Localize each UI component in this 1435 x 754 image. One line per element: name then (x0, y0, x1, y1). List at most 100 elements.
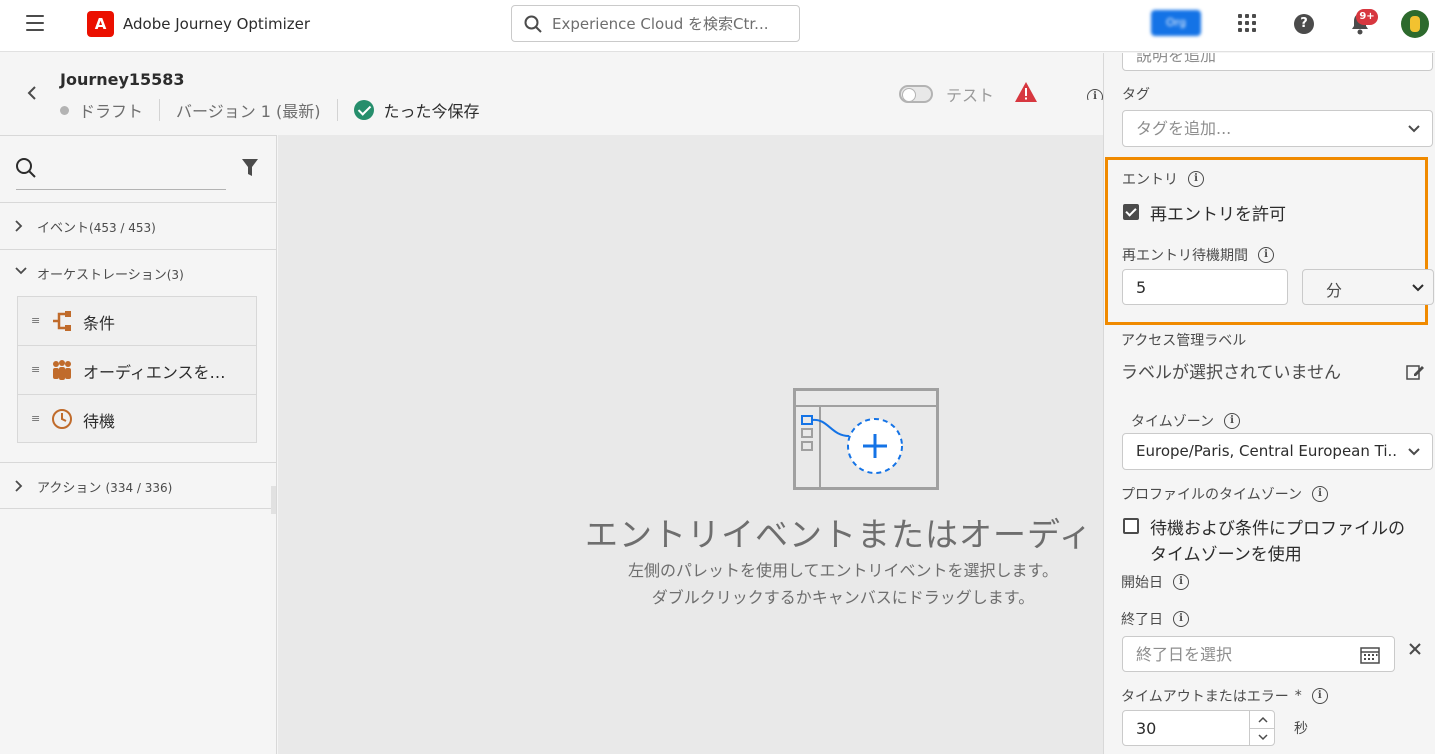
journey-name: Journey15583 (60, 70, 185, 89)
allow-reentry-checkbox[interactable] (1123, 204, 1139, 220)
drag-handle-icon[interactable]: ≡ (31, 314, 40, 327)
section-count: (334 / 336) (105, 481, 173, 495)
app-title: Adobe Journey Optimizer (123, 15, 311, 33)
timeout-stepper[interactable] (1249, 710, 1275, 746)
filter-icon[interactable] (241, 158, 259, 178)
info-icon[interactable]: i (1224, 413, 1241, 429)
activity-label: オーディエンスを… (83, 363, 226, 382)
org-switcher[interactable]: Org (1151, 10, 1201, 36)
required-asterisk: * (1294, 688, 1302, 704)
palette-section-actions[interactable]: アクション (334 / 336) (0, 462, 277, 509)
warning-icon[interactable] (1014, 81, 1038, 103)
reentry-wait-label: 再エントリ待機期間 i (1122, 245, 1274, 265)
journey-canvas[interactable]: エントリイベントまたはオーディ 左側のパレットを使用してエントリイベントを選択し… (278, 135, 1103, 754)
journey-status: ドラフト (79, 102, 144, 121)
activity-item-condition[interactable]: ≡ 条件 (18, 297, 256, 346)
save-status: たった今保存 (383, 102, 480, 121)
clock-icon (52, 409, 72, 429)
chevron-right-icon (15, 480, 23, 492)
global-search-box[interactable] (511, 5, 800, 42)
access-label-heading: アクセス管理ラベル (1121, 333, 1247, 349)
section-label: アクション (37, 481, 102, 496)
palette-search-icon[interactable] (15, 157, 37, 179)
canvas-empty-instruction-2: ダブルクリックするかキャンバスにドラッグします。 (651, 588, 1035, 607)
condition-icon (53, 311, 71, 331)
allow-reentry-label: 再エントリを許可 (1150, 205, 1286, 225)
chevron-right-icon (15, 220, 23, 232)
clear-end-date-icon[interactable] (1409, 643, 1421, 655)
section-count: (453 / 453) (89, 221, 156, 235)
calendar-button[interactable] (1346, 636, 1395, 672)
journey-info-icon[interactable]: i (1087, 84, 1103, 100)
adobe-logo-icon: A (87, 11, 114, 37)
palette-resize-handle[interactable] (271, 486, 276, 514)
app-switcher-icon[interactable] (1238, 14, 1256, 32)
activity-item-wait[interactable]: ≡ 待機 (18, 395, 256, 444)
profile-timezone-label: プロファイルのタイムゾーン i (1121, 484, 1329, 504)
draft-status-dot (60, 105, 69, 115)
journey-status-row: ドラフト バージョン 1 (最新) たった今保存 (60, 98, 480, 122)
palette-section-events[interactable]: イベント(453 / 453) (0, 202, 277, 249)
drag-handle-icon[interactable]: ≡ (31, 412, 40, 425)
use-profile-timezone-label-2: タイムゾーンを使用 (1150, 545, 1302, 565)
back-chevron-icon[interactable] (26, 85, 38, 101)
section-count: (3) (166, 268, 184, 282)
palette-section-orchestration[interactable]: オーケストレーション(3) (0, 249, 277, 296)
audience-icon (53, 360, 71, 380)
orchestration-activity-list: ≡ 条件 ≡ オーディエンスを… ≡ 待機 (17, 296, 257, 443)
journey-header: Journey15583 ドラフト バージョン 1 (最新) たった今保存 テス… (0, 53, 1103, 135)
stepper-up-icon[interactable] (1257, 716, 1269, 724)
empty-canvas-illustration (793, 388, 939, 490)
unit-value: 分 (1326, 281, 1343, 300)
chevron-down-icon (1408, 125, 1420, 133)
section-label: オーケストレーション (37, 268, 167, 283)
stepper-down-icon[interactable] (1257, 733, 1269, 741)
hamburger-menu-icon[interactable] (26, 15, 44, 31)
tags-input[interactable] (1122, 110, 1398, 147)
notification-count-badge: 9+ (1356, 9, 1378, 25)
chevron-down-icon (1408, 448, 1420, 456)
access-label-value: ラベルが選択されていません (1121, 363, 1341, 383)
palette-search-input[interactable] (16, 189, 226, 190)
reentry-wait-unit-select[interactable]: 分 (1302, 269, 1434, 305)
tags-label: タグ (1122, 87, 1150, 103)
reentry-wait-input[interactable] (1122, 269, 1288, 305)
activity-label: 待機 (83, 412, 116, 431)
timezone-dropdown-button[interactable] (1397, 433, 1433, 470)
info-icon[interactable]: i (1311, 688, 1328, 704)
canvas-empty-heading: エントリイベントまたはオーディ (585, 515, 1093, 554)
search-icon (524, 15, 542, 33)
top-navigation-bar: A Adobe Journey Optimizer Org ? 9+ (0, 0, 1435, 52)
tags-dropdown-button[interactable] (1397, 110, 1433, 147)
use-profile-timezone-checkbox[interactable] (1123, 518, 1139, 534)
divider (159, 99, 161, 121)
chevron-down-icon (1412, 284, 1424, 292)
activity-item-audience[interactable]: ≡ オーディエンスを… (18, 346, 256, 395)
section-label: イベント (37, 221, 90, 236)
info-icon[interactable]: i (1258, 247, 1274, 263)
global-search-input[interactable] (552, 13, 792, 35)
timeout-input[interactable] (1122, 710, 1250, 746)
help-icon[interactable]: ? (1294, 14, 1314, 34)
test-mode-toggle[interactable] (899, 85, 933, 103)
use-profile-timezone-label-1: 待機および条件にプロファイルの (1150, 519, 1405, 539)
end-date-label: 終了日 i (1121, 609, 1189, 629)
end-date-input[interactable] (1122, 636, 1347, 672)
edit-icon[interactable] (1406, 363, 1424, 381)
activity-label: 条件 (83, 314, 116, 333)
drag-handle-icon[interactable]: ≡ (31, 363, 40, 376)
timezone-select[interactable]: Europe/Paris, Central European Ti... (1122, 433, 1398, 470)
entry-label: エントリ i (1122, 169, 1204, 189)
journey-properties-panel: タグ エントリi 再エントリを許可 再エントリ待機期間i 分 アクセス管理ラベル… (1103, 53, 1435, 754)
chevron-down-icon (15, 267, 27, 275)
divider (336, 99, 338, 121)
user-avatar[interactable] (1401, 10, 1429, 38)
info-icon[interactable]: i (1312, 486, 1329, 502)
timeout-label: タイムアウトまたはエラー * i (1121, 686, 1328, 706)
info-icon[interactable]: i (1173, 574, 1189, 590)
info-icon[interactable]: i (1188, 171, 1204, 187)
test-mode-label: テスト (946, 86, 995, 105)
description-input[interactable] (1122, 53, 1433, 71)
info-icon[interactable]: i (1173, 611, 1189, 627)
canvas-empty-instruction-1: 左側のパレットを使用してエントリイベントを選択します。 (628, 561, 1058, 580)
